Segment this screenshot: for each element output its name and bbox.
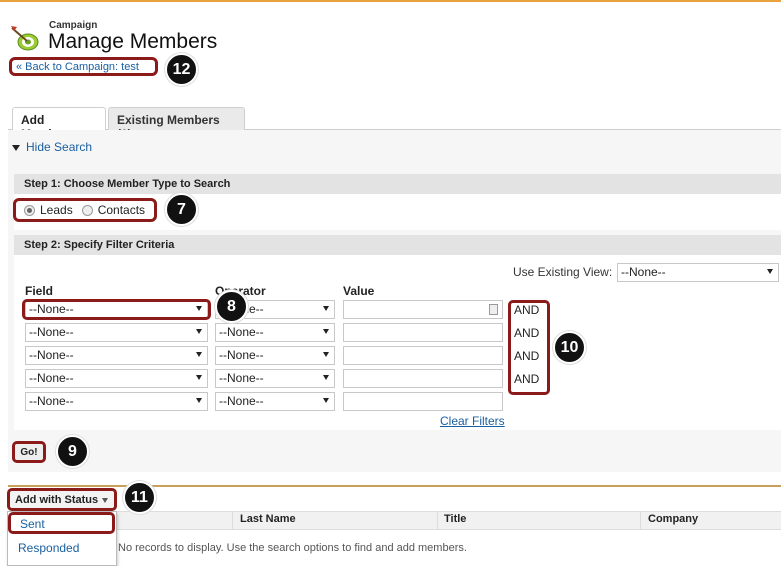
field-select-value: --None-- (29, 371, 74, 385)
column-header-title[interactable]: Title (444, 513, 466, 525)
field-select-value: --None-- (29, 325, 74, 339)
callout-badge: 10 (553, 331, 586, 364)
operator-select-value: --None-- (219, 371, 264, 385)
chevron-down-icon (323, 329, 329, 334)
value-input[interactable] (343, 392, 503, 411)
chevron-down-icon (102, 498, 108, 503)
operator-select[interactable]: --None-- (215, 323, 335, 342)
leads-radio[interactable] (24, 204, 35, 216)
operator-select-value: --None-- (219, 394, 264, 408)
conjunction-highlight (508, 300, 550, 395)
clear-filters-link[interactable]: Clear Filters (440, 414, 505, 428)
column-divider (232, 511, 233, 530)
tab-add-members[interactable]: Add Members (12, 107, 106, 141)
step2-header: Step 2: Specify Filter Criteria (14, 235, 781, 255)
value-input[interactable] (343, 346, 503, 365)
chevron-down-icon (323, 375, 329, 380)
step1-header: Step 1: Choose Member Type to Search (14, 174, 781, 194)
menu-item-responded[interactable]: Responded (18, 541, 79, 555)
field-select[interactable]: --None-- (25, 323, 208, 342)
operator-select[interactable]: --None-- (215, 369, 335, 388)
callout-badge: 11 (123, 481, 156, 514)
callout-badge: 8 (215, 290, 248, 323)
add-with-status-button[interactable]: Add with Status (7, 488, 117, 511)
operator-select-value: --None-- (219, 325, 264, 339)
value-input[interactable] (343, 323, 503, 342)
contacts-radio[interactable] (81, 204, 93, 216)
use-existing-view-value: --None-- (621, 265, 666, 279)
operator-select[interactable]: --None-- (215, 392, 335, 411)
column-divider (640, 511, 641, 530)
operator-select[interactable]: --None-- (215, 346, 335, 365)
use-existing-view-select[interactable]: --None-- (617, 263, 779, 282)
go-button[interactable]: Go! (12, 441, 46, 463)
operator-select-value: --None-- (219, 348, 264, 362)
menu-item-sent[interactable]: Sent (8, 512, 115, 534)
field-select[interactable]: --None-- (25, 346, 208, 365)
callout-badge: 12 (165, 53, 198, 86)
callout-badge: 7 (165, 193, 198, 226)
contacts-label: Contacts (97, 203, 146, 217)
back-to-campaign-link[interactable]: « Back to Campaign: test (9, 57, 158, 76)
chevron-down-icon (323, 398, 329, 403)
empty-results-text: No records to display. Use the search op… (118, 542, 467, 554)
use-existing-view-label: Use Existing View: (513, 265, 613, 279)
column-header-last-name[interactable]: Last Name (240, 513, 296, 525)
column-header-company[interactable]: Company (648, 513, 698, 525)
chevron-down-icon (767, 269, 773, 274)
value-input[interactable] (343, 369, 503, 388)
hide-search-toggle[interactable]: Hide Search (12, 140, 92, 154)
field-select-value: --None-- (29, 394, 74, 408)
add-with-status-label: Add with Status (15, 494, 99, 506)
collapse-triangle-icon (12, 144, 20, 151)
campaign-target-icon (11, 26, 39, 51)
field-column-header: Field (25, 284, 54, 298)
field-select[interactable]: --None-- (25, 369, 208, 388)
page-title: Manage Members (48, 30, 218, 53)
callout-badge: 9 (56, 435, 89, 468)
member-type-radio-group: Leads Contacts (13, 198, 157, 222)
hide-search-label: Hide Search (26, 140, 93, 154)
field-highlight (22, 299, 211, 320)
value-column-header: Value (343, 284, 375, 298)
field-select[interactable]: --None-- (25, 392, 208, 411)
empty-results-message: No records to display. Use the search op… (118, 542, 467, 554)
value-input[interactable] (343, 300, 503, 319)
chevron-down-icon (196, 329, 202, 334)
chevron-down-icon (323, 306, 329, 311)
chevron-down-icon (196, 398, 202, 403)
lookup-icon[interactable] (489, 304, 498, 315)
chevron-down-icon (196, 375, 202, 380)
tab-existing-members[interactable]: Existing Members (0) (108, 107, 245, 141)
top-accent-line (0, 0, 781, 2)
chevron-down-icon (196, 352, 202, 357)
column-divider (437, 511, 438, 530)
chevron-down-icon (323, 352, 329, 357)
field-select-value: --None-- (29, 348, 74, 362)
leads-label: Leads (40, 203, 73, 217)
results-divider (8, 485, 781, 487)
